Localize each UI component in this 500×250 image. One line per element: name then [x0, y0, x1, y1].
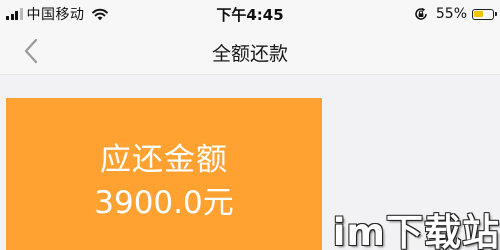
status-bar: 中国移动 下午4:45 55%	[0, 0, 500, 28]
lock-rotation-icon	[415, 7, 427, 20]
nav-bar: 全额还款	[0, 28, 500, 75]
screen: 中国移动 下午4:45 55% 全额还款 应还金额 3900.0元 im下载站	[0, 0, 500, 250]
battery-percent: 55%	[435, 6, 467, 22]
watermark-logo: im下载站	[332, 211, 500, 250]
amount-card: 应还金额 3900.0元	[6, 98, 322, 250]
amount-label: 应还金额	[100, 142, 228, 178]
battery-icon	[472, 8, 497, 20]
amount-value: 3900.0元	[94, 185, 234, 221]
status-bar-right: 55%	[414, 4, 497, 24]
page-title: 全额还款	[211, 43, 288, 65]
battery-fill	[474, 10, 484, 18]
